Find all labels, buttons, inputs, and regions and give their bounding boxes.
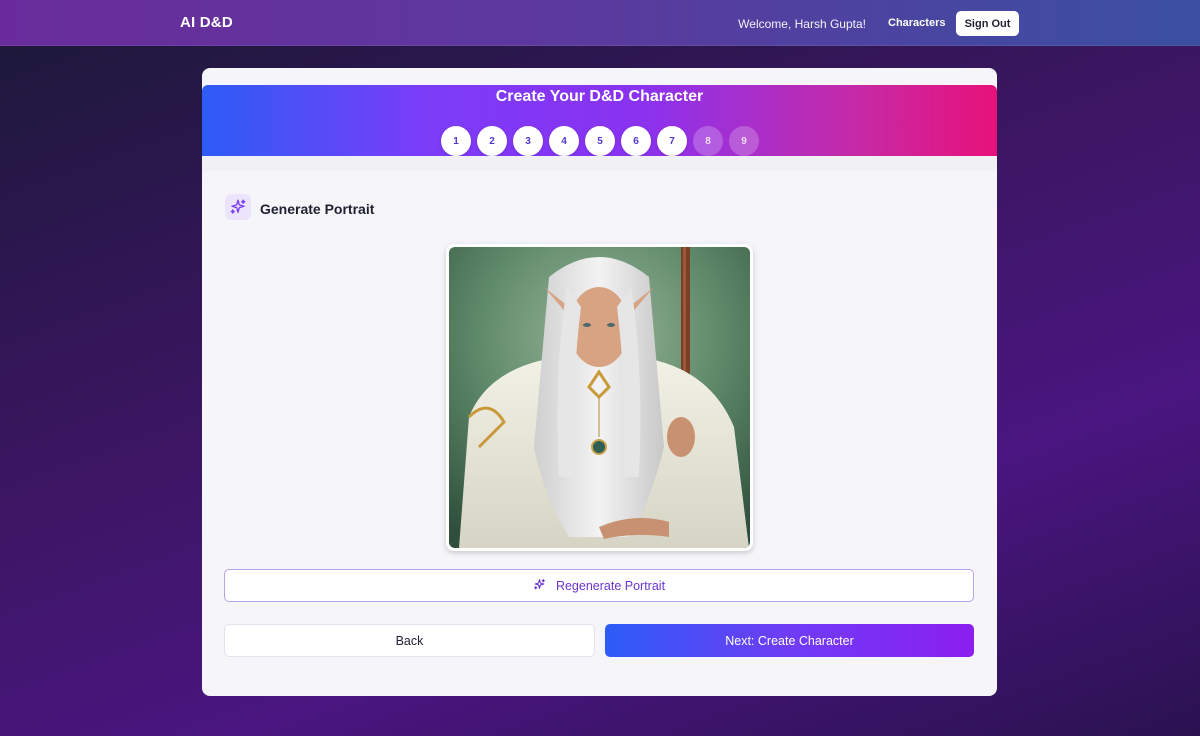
step-4[interactable]: 4 [549,126,579,156]
characters-link[interactable]: Characters [888,17,945,29]
step-6[interactable]: 6 [621,126,651,156]
section-title: Generate Portrait [260,201,375,217]
character-portrait-image [449,247,750,548]
sign-out-button[interactable]: Sign Out [956,11,1019,36]
sparkles-icon [533,578,546,594]
step-8: 8 [693,126,723,156]
back-button[interactable]: Back [224,624,595,657]
regenerate-portrait-button[interactable]: Regenerate Portrait [224,569,974,602]
brand-logo[interactable]: AI D&D [180,14,233,31]
step-7[interactable]: 7 [657,126,687,156]
welcome-message: Welcome, Harsh Gupta! [738,17,866,31]
step-9: 9 [729,126,759,156]
portrait-frame [446,244,753,551]
step-1[interactable]: 1 [441,126,471,156]
step-2[interactable]: 2 [477,126,507,156]
character-wizard-card: Create Your D&D Character 1 2 3 4 5 6 7 … [202,68,997,696]
step-5[interactable]: 5 [585,126,615,156]
next-create-character-button[interactable]: Next: Create Character [605,624,974,657]
wizard-title: Create Your D&D Character [495,88,704,105]
header-divider [202,156,997,171]
step-3[interactable]: 3 [513,126,543,156]
sparkles-icon [225,194,251,220]
top-navbar: AI D&D Welcome, Harsh Gupta! Characters … [0,0,1200,46]
regenerate-label: Regenerate Portrait [555,578,666,593]
step-indicator: 1 2 3 4 5 6 7 8 9 [441,126,761,156]
wizard-header: Create Your D&D Character 1 2 3 4 5 6 7 … [202,85,997,156]
